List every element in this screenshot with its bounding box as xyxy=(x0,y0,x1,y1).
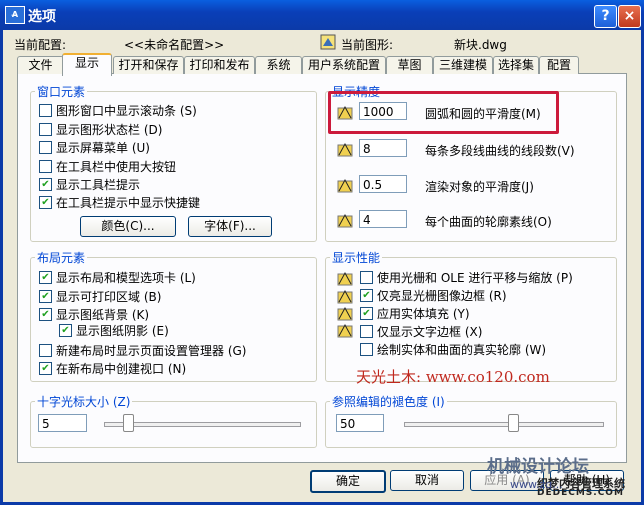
label-create-viewport: 在新布局中创建视口 (N) xyxy=(56,362,187,376)
label-screen-menu: 显示屏幕菜单 (U) xyxy=(56,141,150,155)
fonts-button[interactable]: 字体(F)... xyxy=(188,216,272,237)
render-smoothness-input[interactable]: 0.5 xyxy=(359,175,407,193)
watermark-text: 天光土木: www.co120.com xyxy=(356,368,550,386)
help-title-button[interactable]: ? xyxy=(594,5,617,28)
title-bar xyxy=(0,0,644,30)
polyline-segments-input[interactable]: 8 xyxy=(359,139,407,157)
tab-files[interactable]: 文件 xyxy=(17,56,64,74)
window-title: 选项 xyxy=(28,9,56,25)
dedecms-watermark: DEDECMS.COM xyxy=(537,488,624,498)
checkbox-tooltips[interactable]: ✔ xyxy=(39,178,52,191)
layout-elements-title: 布局元素 xyxy=(35,249,88,266)
label-scrollbars: 图形窗口中显示滚动条 (S) xyxy=(56,104,197,118)
label-paper-background: 显示图纸背景 (K) xyxy=(56,308,150,322)
checkbox-status-bar[interactable] xyxy=(39,123,52,136)
text-frame-icon xyxy=(337,323,353,338)
tab-profiles[interactable]: 配置 xyxy=(539,56,579,74)
contour-lines-icon xyxy=(337,213,353,228)
checkbox-solid-fill[interactable]: ✔ xyxy=(360,307,373,320)
xref-fade-track xyxy=(404,422,604,427)
checkbox-true-silhouettes[interactable] xyxy=(360,343,373,356)
render-smoothness-label: 渲染对象的平滑度(J) xyxy=(425,180,534,194)
checkbox-screen-menu[interactable] xyxy=(39,141,52,154)
label-text-frame: 仅显示文字边框 (X) xyxy=(377,325,483,339)
tab-display[interactable]: 显示 xyxy=(62,53,112,76)
label-layout-tabs: 显示布局和模型选项卡 (L) xyxy=(56,271,196,285)
checkbox-raster-ole[interactable] xyxy=(360,271,373,284)
current-drawing-label: 当前图形: xyxy=(341,38,394,52)
autocad-app-icon: A̶ xyxy=(5,6,25,24)
current-profile-label: 当前配置: xyxy=(14,38,67,52)
raster-pan-icon xyxy=(337,271,353,286)
tab-open-save[interactable]: 打开和保存 xyxy=(113,56,184,74)
tab-plot-publish[interactable]: 打印和发布 xyxy=(184,56,255,74)
solid-fill-icon xyxy=(337,306,353,321)
forum-watermark: 机械设计论坛 xyxy=(487,457,589,477)
checkbox-page-setup-manager[interactable] xyxy=(39,344,52,357)
crosshair-size-title: 十字光标大小 (Z) xyxy=(35,393,133,410)
cancel-button[interactable]: 取消 xyxy=(390,470,464,491)
label-solid-fill: 应用实体填充 (Y) xyxy=(377,307,470,321)
polyline-segments-label: 每条多段线曲线的线段数(V) xyxy=(425,144,575,158)
display-performance-title: 显示性能 xyxy=(330,249,383,266)
label-shortcut-tooltips: 在工具栏提示中显示快捷键 xyxy=(56,196,201,210)
window-elements-title: 窗口元素 xyxy=(35,83,88,100)
drawing-icon xyxy=(320,34,336,50)
tab-system[interactable]: 系统 xyxy=(255,56,302,74)
current-drawing-value: 新块.dwg xyxy=(454,38,507,52)
xref-fade-slider[interactable] xyxy=(507,414,519,432)
checkbox-paper-shadow[interactable]: ✔ xyxy=(59,324,72,337)
checkbox-paper-background[interactable]: ✔ xyxy=(39,308,52,321)
xref-fade-input[interactable]: 50 xyxy=(336,414,384,432)
checkbox-create-viewport[interactable]: ✔ xyxy=(39,362,52,375)
label-paper-shadow: 显示图纸阴影 (E) xyxy=(76,324,169,338)
colors-button[interactable]: 颜色(C)... xyxy=(80,216,176,237)
tab-selection[interactable]: 选择集 xyxy=(493,56,539,74)
arc-smoothness-icon xyxy=(337,105,353,120)
crosshair-size-slider[interactable] xyxy=(123,414,135,432)
checkbox-scrollbars[interactable] xyxy=(39,104,52,117)
window-frame-left xyxy=(0,30,3,505)
tab-3d-modeling[interactable]: 三维建模 xyxy=(433,56,493,74)
render-smoothness-icon xyxy=(337,178,353,193)
current-profile-value: <<未命名配置>> xyxy=(124,38,225,52)
checkbox-large-buttons[interactable] xyxy=(39,160,52,173)
raster-frame-icon xyxy=(337,289,353,304)
crosshair-size-input[interactable]: 5 xyxy=(38,414,87,432)
checkbox-text-frame[interactable] xyxy=(360,325,373,338)
ok-button[interactable]: 确定 xyxy=(310,470,386,493)
tab-user-preferences[interactable]: 用户系统配置 xyxy=(302,56,386,74)
label-raster-frame: 仅亮显光栅图像边框 (R) xyxy=(377,289,507,303)
polyline-segments-icon xyxy=(337,142,353,157)
label-large-buttons: 在工具栏中使用大按钮 xyxy=(56,160,177,174)
checkbox-layout-tabs[interactable]: ✔ xyxy=(39,271,52,284)
arc-smoothness-label: 圆弧和圆的平滑度(M) xyxy=(425,107,541,121)
label-status-bar: 显示图形状态栏 (D) xyxy=(56,123,163,137)
close-button[interactable]: × xyxy=(618,5,641,28)
tab-drafting[interactable]: 草图 xyxy=(386,56,433,74)
checkbox-printable-area[interactable]: ✔ xyxy=(39,290,52,303)
contour-lines-input[interactable]: 4 xyxy=(359,210,407,228)
label-page-setup-manager: 新建布局时显示页面设置管理器 (G) xyxy=(56,344,247,358)
label-printable-area: 显示可打印区域 (B) xyxy=(56,290,162,304)
checkbox-raster-frame[interactable]: ✔ xyxy=(360,289,373,302)
contour-lines-label: 每个曲面的轮廓素线(O) xyxy=(425,215,552,229)
arc-smoothness-input[interactable]: 1000 xyxy=(359,102,407,120)
label-true-silhouettes: 绘制实体和曲面的真实轮廓 (W) xyxy=(377,343,547,357)
checkbox-shortcut-tooltips[interactable]: ✔ xyxy=(39,196,52,209)
xref-fade-title: 参照编辑的褪色度 (I) xyxy=(330,393,447,410)
label-tooltips: 显示工具栏提示 xyxy=(56,178,141,192)
label-raster-ole: 使用光栅和 OLE 进行平移与缩放 (P) xyxy=(377,271,573,285)
